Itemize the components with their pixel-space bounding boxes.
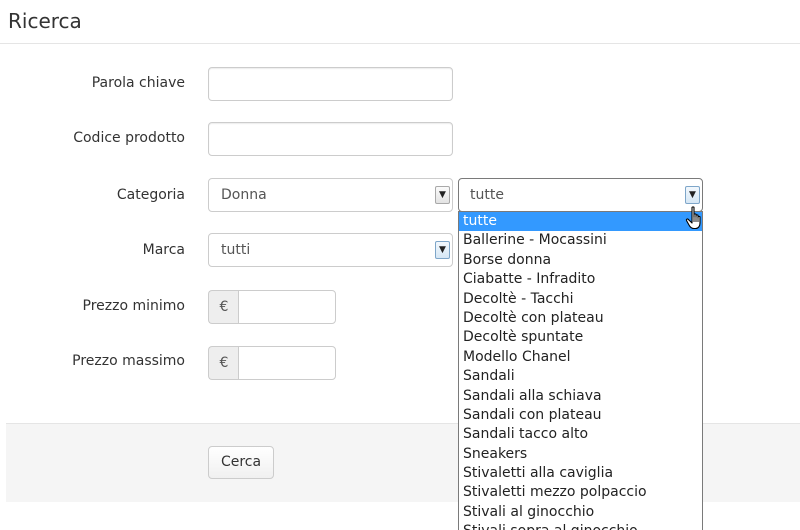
brand-select[interactable]: tutti ▼ [208, 233, 453, 267]
dropdown-option[interactable]: Sneakers [459, 445, 702, 464]
subcategory-selected-value: tutte [470, 187, 504, 203]
subcategory-select[interactable]: tutte ▼ [458, 178, 703, 212]
euro-currency-addon: € [208, 346, 239, 380]
dropdown-option[interactable]: Ballerine - Mocassini [459, 231, 702, 250]
chevron-down-icon[interactable]: ▼ [435, 241, 450, 259]
dropdown-option[interactable]: Stivaletti alla caviglia [459, 464, 702, 483]
dropdown-option[interactable]: Decoltè - Tacchi [459, 290, 702, 309]
dropdown-option[interactable]: Sandali tacco alto [459, 425, 702, 444]
dropdown-option[interactable]: Decoltè spuntate [459, 328, 702, 347]
max-price-label: Prezzo massimo [72, 353, 185, 369]
dropdown-option[interactable]: Ciabatte - Infradito [459, 270, 702, 289]
chevron-down-icon[interactable]: ▼ [435, 186, 450, 204]
category-label: Categoria [116, 187, 185, 203]
brand-selected-value: tutti [221, 242, 251, 258]
category-select[interactable]: Donna ▼ [208, 178, 453, 212]
dropdown-option[interactable]: Borse donna [459, 251, 702, 270]
min-price-label: Prezzo minimo [82, 298, 185, 314]
max-price-input[interactable] [238, 346, 336, 380]
title-divider [0, 43, 800, 44]
dropdown-option[interactable]: Stivali al ginocchio [459, 503, 702, 522]
dropdown-option[interactable]: Decoltè con plateau [459, 309, 702, 328]
page-title: Ricerca [8, 9, 82, 33]
dropdown-option[interactable]: Sandali [459, 367, 702, 386]
chevron-down-icon[interactable]: ▼ [685, 186, 700, 204]
category-selected-value: Donna [221, 187, 267, 203]
subcategory-dropdown-list[interactable]: tutte Ballerine - Mocassini Borse donna Cia… [458, 211, 703, 530]
keyword-label: Parola chiave [91, 75, 185, 91]
dropdown-option[interactable]: Sandali alla schiava [459, 387, 702, 406]
dropdown-option[interactable]: tutte [459, 212, 702, 232]
euro-currency-addon: € [208, 290, 239, 324]
product-code-input[interactable] [208, 122, 453, 156]
min-price-input[interactable] [238, 290, 336, 324]
keyword-input[interactable] [208, 67, 453, 101]
search-button[interactable]: Cerca [208, 446, 274, 479]
brand-label: Marca [142, 242, 185, 258]
dropdown-option[interactable]: Stivaletti mezzo polpaccio [459, 483, 702, 502]
dropdown-option[interactable]: Sandali con plateau [459, 406, 702, 425]
dropdown-option[interactable]: Modello Chanel [459, 348, 702, 367]
product-code-label: Codice prodotto [73, 130, 185, 146]
dropdown-option[interactable]: Stivali sopra al ginocchio [459, 522, 702, 530]
hand-pointer-icon [685, 206, 701, 230]
